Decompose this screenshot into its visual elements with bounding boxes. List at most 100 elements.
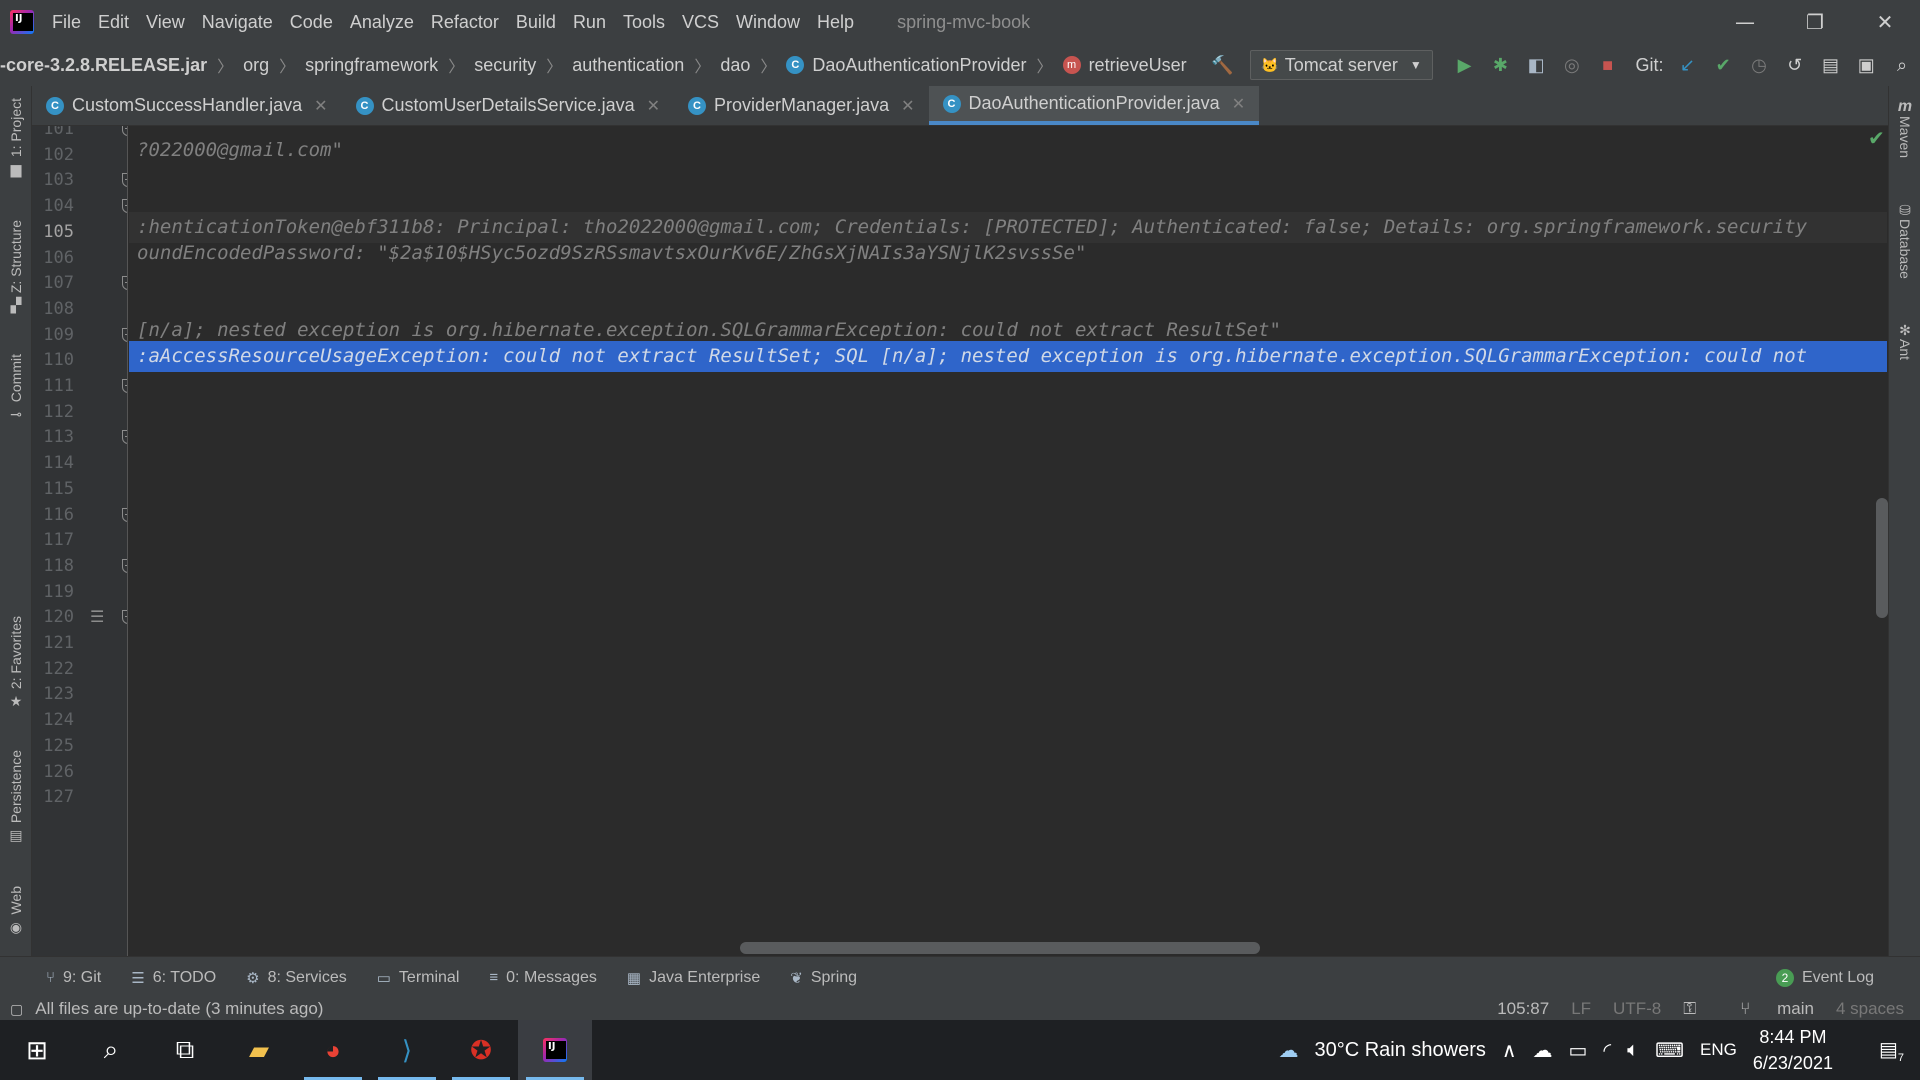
line-number[interactable]: 107 xyxy=(32,273,74,293)
line-number[interactable]: 111 xyxy=(32,376,74,396)
menu-build[interactable]: Build xyxy=(516,12,556,33)
menu-view[interactable]: View xyxy=(146,12,185,33)
event-log[interactable]: 2 Event Log xyxy=(1775,968,1874,987)
fold-marker-icon[interactable] xyxy=(122,379,127,393)
run-icon[interactable]: ▶ xyxy=(1451,50,1479,80)
line-number[interactable]: 124 xyxy=(32,710,74,730)
code-line-110-selected[interactable]: :aAccessResourceUsageException: could no… xyxy=(129,341,1887,372)
tab-daoauthenticationprovider[interactable]: C DaoAuthenticationProvider.java ✕ xyxy=(928,86,1260,125)
line-number[interactable]: 109 xyxy=(32,325,74,345)
tool-project[interactable]: 1: Project ▆ xyxy=(0,98,32,178)
line-number[interactable]: 120 xyxy=(32,607,74,627)
line-separator[interactable]: LF xyxy=(1571,999,1591,1019)
build-hammer-icon[interactable]: 🔨 xyxy=(1209,50,1237,80)
chevron-up-icon[interactable]: ∧ xyxy=(1502,1038,1517,1063)
line-number[interactable]: 102 xyxy=(32,145,74,165)
tab-customsuccesshandler[interactable]: C CustomSuccessHandler.java ✕ xyxy=(32,86,342,125)
line-number[interactable]: 117 xyxy=(32,530,74,550)
menu-tools[interactable]: Tools xyxy=(623,12,665,33)
git-update-icon[interactable]: ↙ xyxy=(1674,50,1702,80)
stop-icon[interactable]: ■ xyxy=(1594,50,1622,80)
fold-marker-icon[interactable] xyxy=(122,558,127,573)
menu-edit[interactable]: Edit xyxy=(98,12,129,33)
breadcrumb-method[interactable]: m retrieveUser xyxy=(1062,55,1187,76)
tool-git[interactable]: ⑂ 9: Git xyxy=(46,969,101,987)
close-icon[interactable]: ✕ xyxy=(1232,94,1245,114)
wifi-icon[interactable]: ◜ xyxy=(1603,1038,1611,1063)
debug-bug-icon[interactable]: ✱ xyxy=(1486,50,1514,80)
menu-navigate[interactable]: Navigate xyxy=(202,12,273,33)
close-button[interactable]: ✕ xyxy=(1850,0,1920,44)
menu-run[interactable]: Run xyxy=(573,12,606,33)
tool-terminal[interactable]: ▭ Terminal xyxy=(377,969,460,987)
battery-icon[interactable]: ▭ xyxy=(1569,1038,1588,1063)
close-icon[interactable]: ✕ xyxy=(314,96,327,116)
project-structure-icon[interactable]: ▤ xyxy=(1817,50,1845,80)
tool-favorites[interactable]: 2: Favorites ★ xyxy=(0,616,32,710)
code-line-102[interactable]: ?022000@gmail.com" xyxy=(129,135,1887,166)
terminal-window-icon[interactable]: ▣ xyxy=(1852,50,1880,80)
search-icon[interactable]: ⌕ xyxy=(1888,50,1916,80)
tool-messages[interactable]: ≡ 0: Messages xyxy=(489,969,596,987)
line-number[interactable]: 101 xyxy=(32,126,74,139)
tool-database[interactable]: ⛁ Database xyxy=(1889,202,1920,279)
inspection-ok-check-icon[interactable]: ✔ xyxy=(1868,126,1885,150)
line-number[interactable]: 126 xyxy=(32,762,74,782)
line-number[interactable]: 104 xyxy=(32,196,74,216)
fold-marker-icon[interactable] xyxy=(122,173,127,188)
menu-vcs[interactable]: VCS xyxy=(682,12,719,33)
fold-marker-icon[interactable] xyxy=(122,430,127,445)
line-number[interactable]: 113 xyxy=(32,427,74,447)
weather-text[interactable]: 30°C Rain showers xyxy=(1314,1039,1485,1062)
fold-marker-icon[interactable] xyxy=(122,276,127,291)
chrome-icon[interactable]: ◕ xyxy=(296,1020,370,1080)
breadcrumb-authentication[interactable]: authentication xyxy=(572,55,684,76)
line-number[interactable]: 127 xyxy=(32,787,74,807)
clock[interactable]: 8:44 PM 6/23/2021 xyxy=(1753,1024,1849,1076)
file-explorer-icon[interactable]: ▰ xyxy=(222,1020,296,1080)
tool-web[interactable]: Web ◉ xyxy=(0,886,32,936)
tool-services[interactable]: ⚙ 8: Services xyxy=(246,969,347,987)
line-number[interactable]: 125 xyxy=(32,736,74,756)
line-number[interactable]: 122 xyxy=(32,659,74,679)
line-number[interactable]: 121 xyxy=(32,633,74,653)
fold-marker-icon[interactable] xyxy=(122,126,127,136)
tool-structure[interactable]: Z: Structure ▞ xyxy=(0,220,32,314)
line-number[interactable]: 108 xyxy=(32,299,74,319)
run-config-dropdown[interactable]: 🐱 Tomcat server ▼ xyxy=(1250,50,1433,80)
restore-button[interactable]: ❐ xyxy=(1780,0,1850,44)
tool-persistence[interactable]: Persistence ▤ xyxy=(0,750,32,844)
notifications-icon[interactable]: ▤7 xyxy=(1879,1037,1904,1064)
menu-help[interactable]: Help xyxy=(817,12,854,33)
fold-marker-icon[interactable] xyxy=(122,507,127,522)
tool-todo[interactable]: ☰ 6: TODO xyxy=(131,969,216,987)
vertical-scrollbar[interactable] xyxy=(1876,498,1888,618)
editor-gutter[interactable]: 101 102 103 104 105 106 107 108 109 110 111 112 113 1… xyxy=(32,126,128,956)
fold-marker-icon[interactable] xyxy=(122,610,127,625)
line-number[interactable]: 110 xyxy=(32,350,74,370)
fold-marker-icon[interactable] xyxy=(122,327,127,342)
volume-icon[interactable]: 🔈︎ xyxy=(1627,1039,1639,1062)
line-number[interactable]: 116 xyxy=(32,505,74,525)
menu-file[interactable]: File xyxy=(52,12,81,33)
git-history-icon[interactable]: ◷ xyxy=(1745,50,1773,80)
garena-icon[interactable]: ✪ xyxy=(444,1020,518,1080)
windows-start-icon[interactable]: ⊞ xyxy=(0,1020,74,1080)
code-line-106[interactable]: oundEncodedPassword: "$2a$10$HSyc5ozd9Sz… xyxy=(129,238,1887,269)
line-number[interactable]: 106 xyxy=(32,248,74,268)
gutter-method-icon[interactable]: ☰ xyxy=(90,607,104,626)
indent-setting[interactable]: 4 spaces xyxy=(1836,999,1904,1019)
minimize-button[interactable]: — xyxy=(1710,0,1780,44)
tool-spring[interactable]: ❦ Spring xyxy=(790,969,857,987)
intellij-taskbar-icon[interactable] xyxy=(518,1020,592,1080)
code-editor[interactable]: ?022000@gmail.com" :henticationToken@ebf… xyxy=(129,126,1887,956)
breadcrumb-jar[interactable]: -core-3.2.8.RELEASE.jar xyxy=(0,55,207,76)
menu-code[interactable]: Code xyxy=(290,12,333,33)
close-icon[interactable]: ✕ xyxy=(901,96,914,116)
line-number[interactable]: 112 xyxy=(32,402,74,422)
line-number[interactable]: 115 xyxy=(32,479,74,499)
tool-commit[interactable]: Commit ⊸ xyxy=(0,354,32,423)
lock-icon[interactable]: ⚿ xyxy=(1683,999,1696,1019)
file-encoding[interactable]: UTF-8 xyxy=(1613,999,1661,1019)
breadcrumb-springframework[interactable]: springframework xyxy=(305,55,438,76)
